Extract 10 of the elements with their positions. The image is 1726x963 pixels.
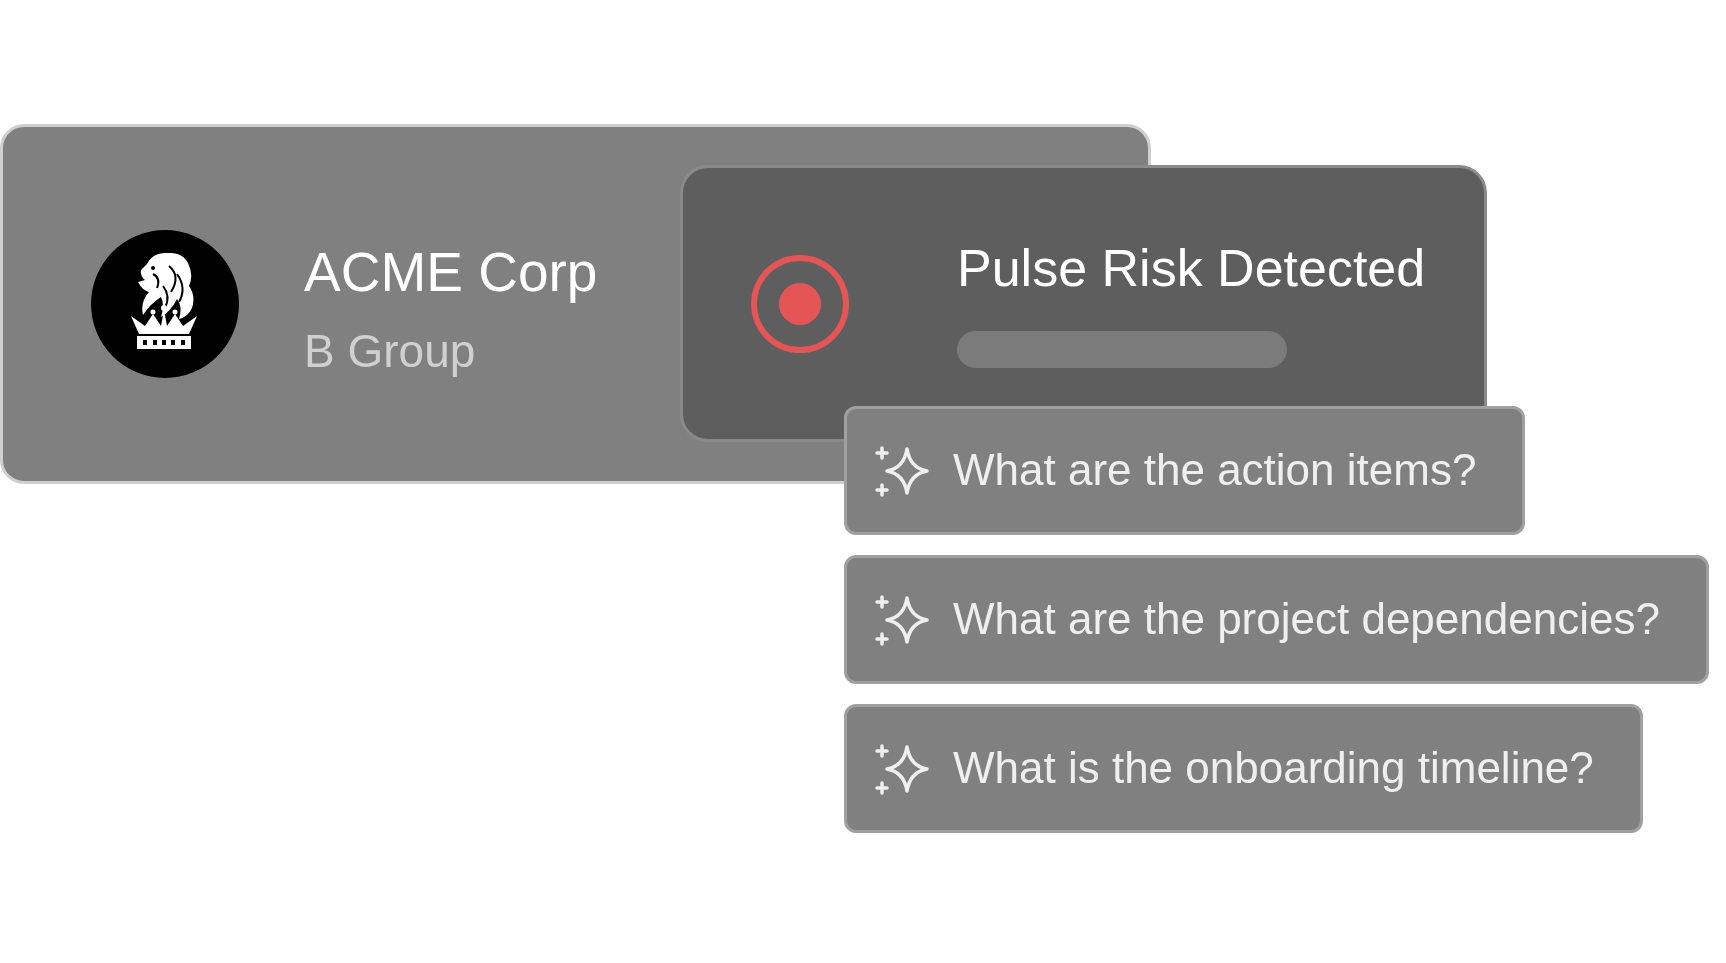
sparkle-icon — [875, 741, 929, 796]
sparkle-icon — [875, 592, 929, 647]
alert-title: Pulse Risk Detected — [957, 239, 1426, 299]
sparkle-icon — [875, 443, 929, 498]
company-name: ACME Corp — [304, 241, 598, 305]
company-group: B Group — [304, 324, 598, 378]
suggestion-button[interactable]: What is the onboarding timeline? — [844, 704, 1643, 833]
ring-dot-icon — [751, 254, 849, 353]
suggestion-button[interactable]: What are the action items? — [844, 406, 1526, 535]
suggestion-button[interactable]: What are the project dependencies? — [844, 555, 1709, 684]
